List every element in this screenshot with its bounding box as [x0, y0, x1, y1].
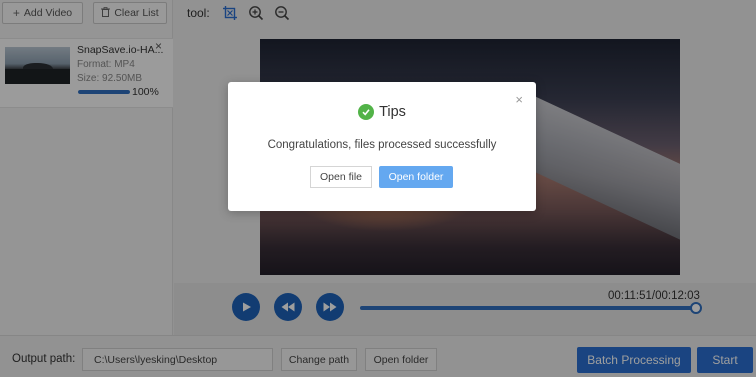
success-check-icon [358, 104, 375, 120]
dialog-open-folder-button[interactable]: Open folder [379, 166, 453, 188]
dialog-title: Tips [228, 104, 536, 120]
dialog-message: Congratulations, files processed success… [267, 139, 497, 151]
tips-dialog: × Tips Congratulations, files processed … [228, 82, 536, 211]
open-file-button[interactable]: Open file [310, 166, 372, 188]
app-window: + Add Video Clear List SnapSave.io-HA...… [0, 0, 756, 377]
dialog-title-text: Tips [379, 104, 406, 120]
